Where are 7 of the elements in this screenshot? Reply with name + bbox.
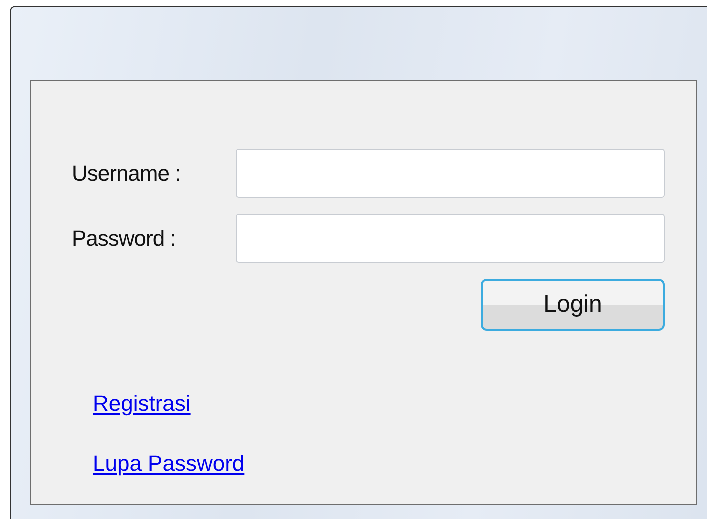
link[interactable]: Registrasi bbox=[93, 387, 191, 420]
username-field[interactable] bbox=[236, 149, 665, 198]
field-label: Password : bbox=[72, 225, 177, 253]
field-label: Username : bbox=[72, 160, 182, 188]
login-button[interactable]: Login bbox=[481, 279, 665, 331]
password-field[interactable] bbox=[236, 214, 665, 263]
link[interactable]: Lupa Password bbox=[93, 447, 245, 480]
